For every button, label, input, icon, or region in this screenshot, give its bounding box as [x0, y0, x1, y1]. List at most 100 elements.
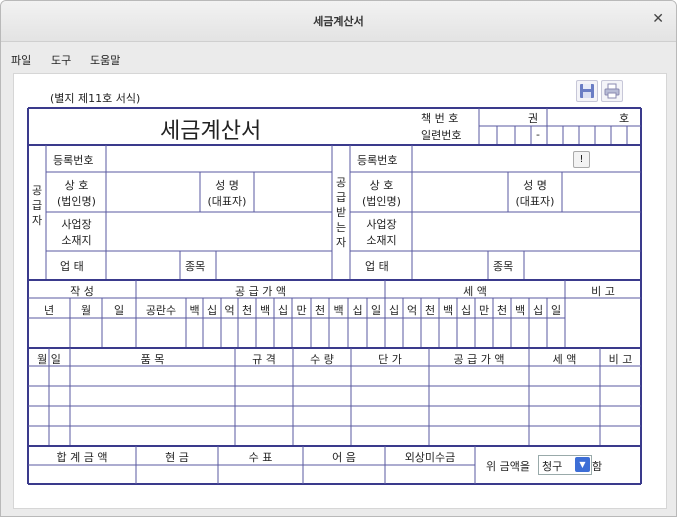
window-title: 세금계산서 [313, 15, 364, 28]
item-supply-header: 공 급 가 액 [453, 353, 505, 366]
receiver-reg-no-label: 등록번호 [357, 154, 398, 167]
label-line: 성 명 [523, 179, 547, 192]
menu-bar: 파일 도구 도움말 [1, 42, 676, 72]
supplier-side-label: 공 급 자 [29, 183, 45, 228]
total-amount-label: 합 계 금 액 [56, 451, 108, 464]
menu-help[interactable]: 도움말 [90, 52, 120, 68]
digit-header: 백 [514, 304, 526, 317]
receiver-side-label: 공 급 받 는 자 [333, 175, 349, 250]
digit-header: 십 [277, 304, 289, 317]
digit-header: 억 [406, 304, 418, 317]
label-line: 상 호 [369, 179, 394, 192]
serial-label: 일련번호 [421, 129, 462, 142]
digit-header: 천 [496, 304, 508, 317]
book-number-label: 책 번 호 [421, 112, 459, 125]
credit-label: 외상미수금 [404, 451, 456, 464]
invoice-title: 세금계산서 [160, 119, 262, 144]
digit-header: 만 [296, 304, 307, 317]
tax-amount-header: 세 액 [463, 285, 487, 298]
save-icon [580, 84, 594, 98]
digit-header: 십 [532, 304, 544, 317]
written-date-header: 작 성 [70, 285, 94, 298]
supplier-name-label: 성 명 (대표자) [200, 177, 254, 209]
item-unit-price-header: 단 가 [378, 353, 402, 366]
chevron-down-icon[interactable]: ▼ [575, 457, 590, 472]
receiver-side-char: 는 [335, 221, 347, 234]
blank-count-header: 공란수 [145, 304, 177, 317]
verify-reg-no-button[interactable]: ! [573, 151, 590, 168]
check-label: 수 표 [248, 451, 273, 464]
promissory-note-label: 어 음 [332, 451, 356, 464]
digit-header: 천 [314, 304, 326, 317]
item-spec-header: 규 격 [252, 353, 276, 366]
receiver-side-char: 자 [335, 236, 347, 249]
receiver-address-label: 사업장 소재지 [351, 216, 412, 248]
label-line: (법인명) [57, 195, 96, 208]
receiver-business-type-label: 업 태 [365, 260, 389, 273]
receiver-company-label: 상 호 (법인명) [351, 177, 412, 209]
digit-header: 백 [259, 304, 271, 317]
close-icon[interactable]: ✕ [652, 11, 664, 27]
digit-header: 십 [206, 304, 218, 317]
digit-header: 천 [241, 304, 253, 317]
digit-header: 십 [460, 304, 472, 317]
supplier-reg-no-label: 등록번호 [53, 154, 94, 167]
digit-header: 백 [333, 304, 344, 317]
invoice-window: 세금계산서 ✕ 파일 도구 도움말 (별지 제11호 서식) [0, 0, 677, 517]
supplier-business-type-label: 업 태 [60, 260, 84, 273]
supplier-item-label: 종목 [185, 260, 206, 273]
receiver-side-char: 공 [335, 176, 347, 189]
volume-label: 권 [528, 112, 539, 125]
item-tax-header: 세 액 [552, 353, 577, 366]
menu-tools[interactable]: 도구 [51, 52, 71, 68]
claim-type-select[interactable]: 청구 ▼ [538, 455, 592, 475]
serial-dash: - [536, 128, 540, 141]
print-icon [604, 83, 620, 99]
receiver-item-label: 종목 [493, 260, 514, 273]
form-number: (별지 제11호 서식) [50, 92, 141, 105]
claim-suffix: 함 [592, 460, 603, 473]
day-header: 일 [113, 304, 125, 317]
cash-label: 현 금 [165, 451, 189, 464]
receiver-side-char: 급 [335, 191, 347, 204]
label-line: (대표자) [207, 195, 247, 208]
month-header: 월 [80, 304, 92, 317]
label-line: 성 명 [215, 179, 239, 192]
year-header: 년 [43, 304, 55, 317]
label-line: 사업장 [61, 218, 92, 231]
title-bar: 세금계산서 ✕ [1, 1, 676, 42]
digit-header: 십 [388, 304, 400, 317]
claim-prefix: 위 금액을 [486, 460, 530, 473]
item-note-header: 비 고 [608, 353, 633, 366]
label-line: (법인명) [362, 195, 401, 208]
digit-header: 백 [442, 304, 454, 317]
receiver-side-char: 받 [335, 206, 347, 219]
supply-amount-header: 공 급 가 액 [235, 285, 286, 298]
digit-header: 백 [189, 304, 200, 317]
print-button[interactable] [601, 80, 623, 102]
claim-type-value: 청구 [542, 460, 563, 473]
digit-header: 만 [478, 304, 490, 317]
supplier-side-char: 공 [31, 184, 43, 197]
digit-header: 십 [352, 304, 363, 317]
supplier-address-label: 사업장 소재지 [47, 216, 106, 248]
item-date-header: 월 일 [37, 353, 61, 366]
label-line: 소재지 [366, 234, 397, 247]
note-header: 비 고 [591, 285, 615, 298]
digit-header: 일 [550, 304, 562, 317]
digit-header: 천 [424, 304, 436, 317]
supplier-side-char: 자 [31, 214, 43, 227]
ho-label: 호 [619, 112, 630, 125]
label-line: 소재지 [61, 234, 92, 247]
save-button[interactable] [576, 80, 598, 102]
label-line: (대표자) [515, 195, 555, 208]
label-line: 사업장 [366, 218, 397, 231]
receiver-name-label: 성 명 (대표자) [508, 177, 562, 209]
digit-header: 억 [224, 304, 235, 317]
label-line: 상 호 [64, 179, 89, 192]
supplier-company-label: 상 호 (법인명) [47, 177, 106, 209]
supplier-side-char: 급 [31, 199, 43, 212]
item-qty-header: 수 량 [310, 353, 334, 366]
menu-file[interactable]: 파일 [11, 52, 31, 68]
item-name-header: 품 목 [140, 353, 165, 366]
